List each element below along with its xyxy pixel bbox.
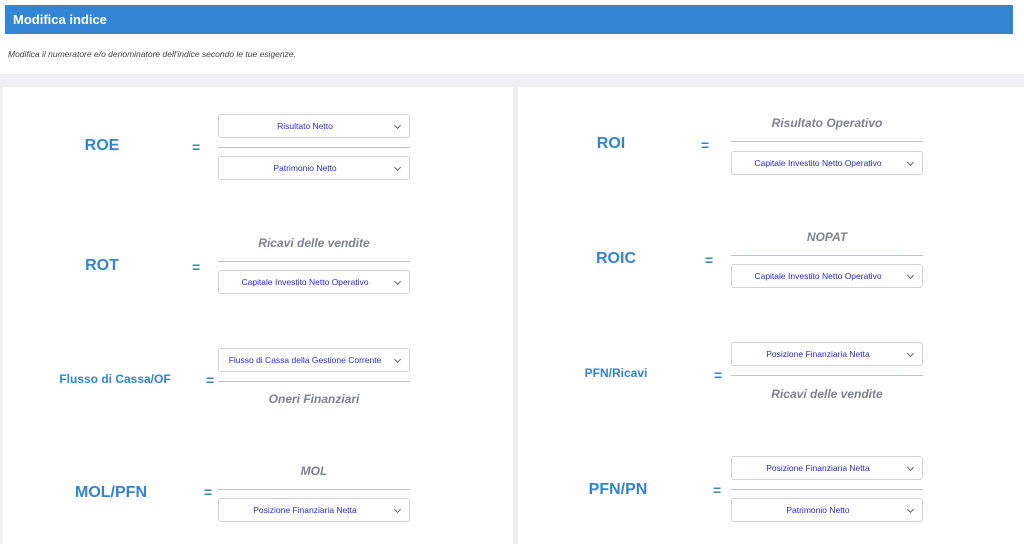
index-name-pfn-ricavi: PFN/Ricavi xyxy=(584,366,648,380)
select-value: Posizione Finanziaria Netta xyxy=(766,463,870,473)
fraction-line xyxy=(218,147,410,148)
numerator-select-flusso-cassa-of[interactable]: Flusso di Cassa della Gestione Corrente xyxy=(218,348,410,372)
chevron-down-icon xyxy=(906,158,915,167)
denominator-fixed-flusso-cassa-of: Oneri Finanziari xyxy=(268,392,360,406)
fraction-line xyxy=(731,489,923,490)
select-value: Posizione Finanziaria Netta xyxy=(253,505,357,515)
select-value: Posizione Finanziaria Netta xyxy=(766,349,870,359)
denominator-select-rot[interactable]: Capitale Investito Netto Operativo xyxy=(218,270,410,294)
equals-sign: = xyxy=(701,137,710,153)
header-card: Modifica indice Modifica il numeratore e… xyxy=(0,0,1024,74)
index-name-mol-pfn: MOL/PFN xyxy=(75,484,147,501)
numerator-fixed-roic: NOPAT xyxy=(806,230,848,244)
fraction-line xyxy=(731,375,923,376)
fraction-line xyxy=(731,255,923,256)
equals-sign: = xyxy=(192,259,201,275)
index-name-roic: ROIC xyxy=(596,250,636,267)
chevron-down-icon xyxy=(393,505,402,514)
select-value: Patrimonio Netto xyxy=(273,163,337,173)
right-panel: ROI = Risultato Operativo Capitale Inves… xyxy=(518,87,1024,544)
chevron-down-icon xyxy=(393,277,402,286)
page-title: Modifica indice xyxy=(13,12,107,27)
page-subtitle: Modifica il numeratore e/o denominatore … xyxy=(8,49,296,59)
left-panel: ROE = Risultato Netto Patrimonio Netto R… xyxy=(3,87,513,544)
index-name-roe: ROE xyxy=(84,137,120,154)
equals-sign: = xyxy=(713,482,722,498)
fraction-line xyxy=(218,489,410,490)
index-name-flusso-cassa-of: Flusso di Cassa/OF xyxy=(59,372,171,386)
fraction-line xyxy=(731,141,923,142)
chevron-down-icon xyxy=(906,271,915,280)
header-bar: Modifica indice xyxy=(5,5,1013,34)
denominator-select-roic[interactable]: Capitale Investito Netto Operativo xyxy=(731,264,923,288)
equals-sign: = xyxy=(192,139,201,155)
chevron-down-icon xyxy=(906,463,915,472)
index-name-rot: ROT xyxy=(85,257,119,274)
denominator-select-roi[interactable]: Capitale Investito Netto Operativo xyxy=(731,151,923,175)
chevron-down-icon xyxy=(906,349,915,358)
numerator-fixed-roi: Risultato Operativo xyxy=(771,116,883,130)
chevron-down-icon xyxy=(393,163,402,172)
numerator-fixed-mol-pfn: MOL xyxy=(300,464,328,478)
denominator-select-pfn-pn[interactable]: Patrimonio Netto xyxy=(731,498,923,522)
fraction-line xyxy=(218,381,410,382)
denominator-select-mol-pfn[interactable]: Posizione Finanziaria Netta xyxy=(218,498,410,522)
chevron-down-icon xyxy=(906,505,915,514)
select-value: Risultato Netto xyxy=(277,121,333,131)
index-name-pfn-pn: PFN/PN xyxy=(588,481,648,498)
chevron-down-icon xyxy=(393,355,402,364)
index-name-roi: ROI xyxy=(596,135,626,152)
select-value: Capitale Investito Netto Operativo xyxy=(754,271,882,281)
numerator-select-pfn-ricavi[interactable]: Posizione Finanziaria Netta xyxy=(731,342,923,366)
equals-sign: = xyxy=(204,484,213,500)
chevron-down-icon xyxy=(393,121,402,130)
select-value: Capitale Investito Netto Operativo xyxy=(754,158,882,168)
numerator-select-pfn-pn[interactable]: Posizione Finanziaria Netta xyxy=(731,456,923,480)
equals-sign: = xyxy=(705,252,714,268)
numerator-select-roe[interactable]: Risultato Netto xyxy=(218,114,410,138)
select-value: Patrimonio Netto xyxy=(786,505,850,515)
numerator-fixed-rot: Ricavi delle vendite xyxy=(258,236,370,250)
equals-sign: = xyxy=(714,367,723,383)
select-value: Flusso di Cassa della Gestione Corrente xyxy=(228,355,382,365)
equals-sign: = xyxy=(206,372,215,388)
denominator-select-roe[interactable]: Patrimonio Netto xyxy=(218,156,410,180)
fraction-line xyxy=(218,261,410,262)
select-value: Capitale Investito Netto Operativo xyxy=(241,277,369,287)
denominator-fixed-pfn-ricavi: Ricavi delle vendite xyxy=(771,387,883,401)
